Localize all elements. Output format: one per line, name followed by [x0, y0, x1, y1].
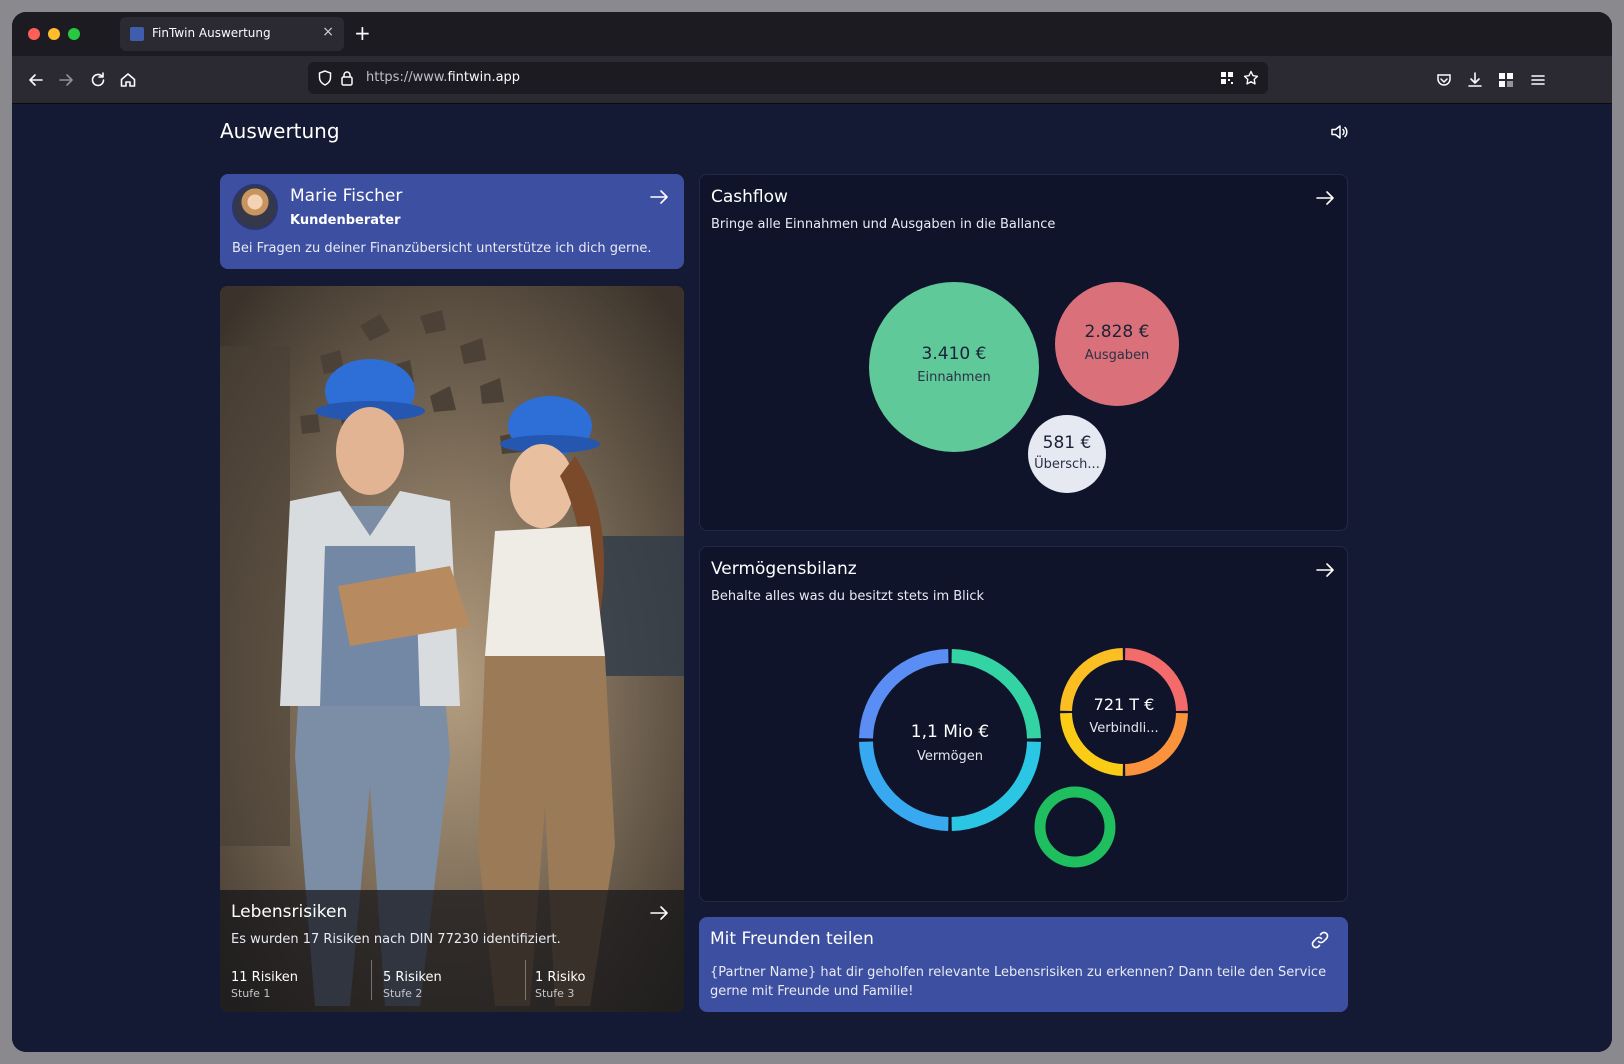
risk-stat-level-3: 1 Risiko Stufe 3 [535, 970, 586, 1000]
page-content: Auswertung Marie Fischer Kundenberater B… [12, 105, 1612, 1052]
avatar [232, 184, 278, 230]
favicon-icon [130, 27, 144, 41]
surplus-value: 581 € [1042, 433, 1092, 453]
expenses-bubble[interactable]: 2.828 € Ausgaben [1055, 282, 1179, 406]
arrow-right-icon[interactable] [648, 902, 670, 924]
window-close-button[interactable] [28, 28, 40, 40]
arrow-right-icon[interactable] [1314, 187, 1336, 209]
pocket-icon[interactable] [1434, 70, 1454, 90]
page-title: Auswertung [220, 119, 340, 143]
extensions-icon[interactable] [1496, 70, 1516, 90]
wealth-label-group: 1,1 Mio € Vermögen [870, 722, 1030, 764]
home-icon[interactable] [118, 70, 138, 90]
star-icon[interactable] [1242, 69, 1260, 87]
third-ring[interactable] [1034, 786, 1116, 868]
liabilities-label: Verbindli... [1089, 721, 1159, 736]
browser-titlebar: FinTwin Auswertung × + [12, 12, 1612, 56]
menu-icon[interactable] [1528, 70, 1548, 90]
shield-icon[interactable] [316, 69, 334, 87]
risk-stat-level-2: 5 Risiken Stufe 2 [383, 970, 442, 1000]
expenses-value: 2.828 € [1084, 322, 1150, 342]
life-risks-card[interactable]: Lebensrisiken Es wurden 17 Risiken nach … [220, 286, 684, 1012]
risk-stat-level-1: 11 Risiken Stufe 1 [231, 970, 299, 1000]
download-icon[interactable] [1465, 70, 1485, 90]
window-maximize-button[interactable] [68, 28, 80, 40]
window-minimize-button[interactable] [48, 28, 60, 40]
share-title: Mit Freunden teilen [710, 929, 874, 949]
advisor-card[interactable]: Marie Fischer Kundenberater Bei Fragen z… [220, 174, 684, 269]
url-bar[interactable]: https://www.fintwin.app [308, 62, 1268, 94]
advisor-role: Kundenberater [290, 213, 401, 228]
lock-icon[interactable] [338, 69, 356, 87]
link-icon[interactable] [1309, 929, 1331, 951]
wealth-label: Vermögen [916, 749, 984, 764]
liabilities-value: 721 T € [1093, 695, 1155, 714]
stat-divider [371, 960, 372, 1000]
life-risks-description: Es wurden 17 Risiken nach DIN 77230 iden… [231, 932, 561, 947]
surplus-label: Übersch... [1034, 457, 1100, 472]
url-text[interactable]: https://www.fintwin.app [366, 70, 520, 85]
tab-title: FinTwin Auswertung [152, 26, 271, 40]
surplus-bubble[interactable]: 581 € Übersch... [1028, 415, 1106, 493]
share-message: {Partner Name} hat dir geholfen relevant… [710, 965, 1327, 999]
liabilities-label-group: 721 T € Verbindli... [1066, 695, 1182, 736]
browser-tab[interactable]: FinTwin Auswertung × [120, 17, 344, 51]
cashflow-title: Cashflow [711, 187, 788, 207]
wealth-value: 1,1 Mio € [910, 722, 990, 742]
new-tab-button[interactable]: + [354, 21, 371, 45]
stat-divider [525, 960, 526, 1000]
share-card[interactable]: Mit Freunden teilen {Partner Name} hat d… [699, 917, 1348, 1012]
life-risks-title: Lebensrisiken [231, 902, 348, 922]
life-risks-overlay: Lebensrisiken Es wurden 17 Risiken nach … [220, 890, 684, 1012]
reload-icon[interactable] [88, 70, 108, 90]
browser-navbar: https://www.fintwin.app [12, 56, 1612, 104]
income-bubble[interactable]: 3.410 € Einnahmen [869, 282, 1039, 452]
cashflow-subtitle: Bringe alle Einnahmen und Ausgaben in di… [711, 217, 1056, 232]
browser-window: FinTwin Auswertung × + https://www.fintw… [12, 12, 1612, 1052]
back-icon[interactable] [26, 70, 46, 90]
cashflow-card[interactable]: Cashflow Bringe alle Einnahmen und Ausga… [699, 174, 1348, 531]
income-label: Einnahmen [917, 370, 991, 385]
advisor-name: Marie Fischer [290, 186, 403, 206]
speaker-icon[interactable] [1328, 121, 1350, 143]
expenses-label: Ausgaben [1084, 348, 1150, 363]
income-value: 3.410 € [921, 344, 987, 364]
advisor-message: Bei Fragen zu deiner Finanzübersicht unt… [232, 241, 652, 256]
qr-icon[interactable] [1218, 69, 1236, 87]
forward-icon[interactable] [56, 70, 76, 90]
assets-balance-card[interactable]: Vermögensbilanz Behalte alles was du bes… [699, 546, 1348, 902]
arrow-right-icon[interactable] [648, 186, 670, 208]
tab-close-icon[interactable]: × [322, 24, 334, 40]
